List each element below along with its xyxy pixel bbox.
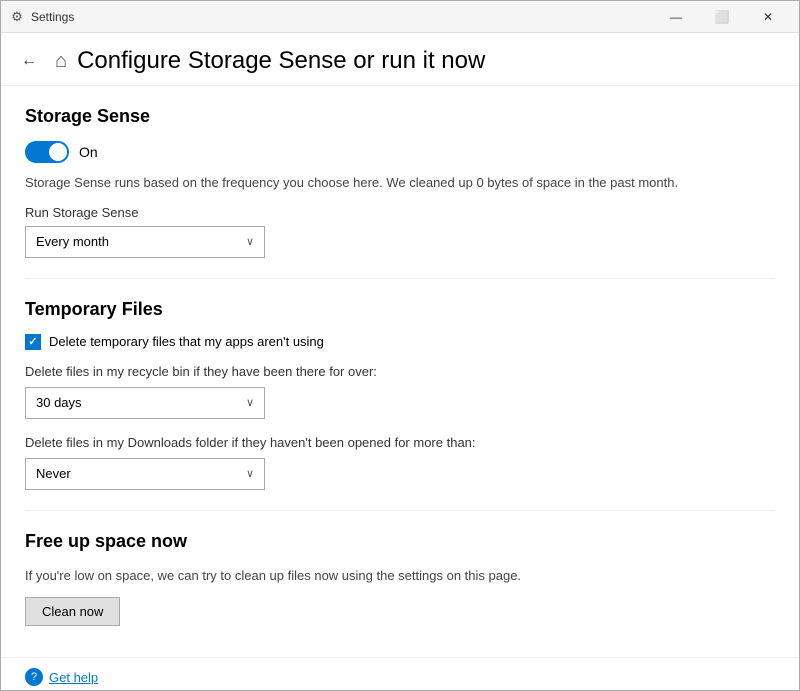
- downloads-value: Never: [36, 466, 71, 481]
- clean-now-button[interactable]: Clean now: [25, 597, 120, 626]
- footer: ? Get help: [1, 657, 799, 690]
- toggle-thumb: [49, 143, 67, 161]
- free-up-section: Free up space now If you're low on space…: [25, 531, 775, 627]
- recycle-dropdown[interactable]: 30 days ∨: [25, 387, 265, 419]
- recycle-value: 30 days: [36, 395, 82, 410]
- delete-temp-checkbox[interactable]: ✓: [25, 334, 41, 350]
- divider-2: [25, 510, 775, 511]
- back-arrow-icon: ←: [21, 52, 37, 70]
- minimize-button[interactable]: —: [653, 1, 699, 33]
- checkmark-icon: ✓: [28, 335, 37, 348]
- get-help-link[interactable]: Get help: [49, 670, 98, 685]
- storage-sense-section: Storage Sense On Storage Sense runs base…: [25, 106, 775, 258]
- storage-sense-title: Storage Sense: [25, 106, 775, 127]
- downloads-dropdown[interactable]: Never ∨: [25, 458, 265, 490]
- run-label: Run Storage Sense: [25, 205, 775, 220]
- recycle-label: Delete files in my recycle bin if they h…: [25, 364, 775, 379]
- page-title-container: ⌂ Configure Storage Sense or run it now: [55, 47, 485, 75]
- page-title: Configure Storage Sense or run it now: [77, 47, 485, 75]
- titlebar-title: Settings: [31, 10, 653, 24]
- free-up-description: If you're low on space, we can try to cl…: [25, 566, 775, 586]
- downloads-label: Delete files in my Downloads folder if t…: [25, 435, 775, 450]
- delete-temp-label: Delete temporary files that my apps aren…: [49, 334, 324, 349]
- main-content: Storage Sense On Storage Sense runs base…: [1, 86, 799, 657]
- divider-1: [25, 278, 775, 279]
- delete-temp-checkbox-row: ✓ Delete temporary files that my apps ar…: [25, 334, 775, 350]
- app-icon: ⚙: [9, 9, 25, 25]
- run-frequency-dropdown[interactable]: Every month ∨: [25, 226, 265, 258]
- toggle-label: On: [79, 144, 98, 160]
- titlebar: ⚙ Settings — ⬜ ✕: [1, 1, 799, 33]
- temporary-files-section: Temporary Files ✓ Delete temporary files…: [25, 299, 775, 490]
- storage-sense-toggle[interactable]: [25, 141, 69, 163]
- free-up-title: Free up space now: [25, 531, 775, 552]
- storage-sense-description: Storage Sense runs based on the frequenc…: [25, 173, 775, 193]
- temp-files-title: Temporary Files: [25, 299, 775, 320]
- settings-window: ⚙ Settings — ⬜ ✕ ← ⌂ Configure Storage S…: [0, 0, 800, 691]
- toggle-row: On: [25, 141, 775, 163]
- page-header: ← ⌂ Configure Storage Sense or run it no…: [1, 33, 799, 86]
- recycle-arrow-icon: ∨: [246, 396, 254, 409]
- run-frequency-value: Every month: [36, 234, 109, 249]
- home-icon: ⌂: [55, 50, 67, 73]
- downloads-arrow-icon: ∨: [246, 467, 254, 480]
- restore-button[interactable]: ⬜: [699, 1, 745, 33]
- back-button[interactable]: ←: [13, 45, 45, 77]
- dropdown-arrow-icon: ∨: [246, 235, 254, 248]
- help-icon: ?: [25, 668, 43, 686]
- close-button[interactable]: ✕: [745, 1, 791, 33]
- titlebar-controls: — ⬜ ✕: [653, 1, 791, 33]
